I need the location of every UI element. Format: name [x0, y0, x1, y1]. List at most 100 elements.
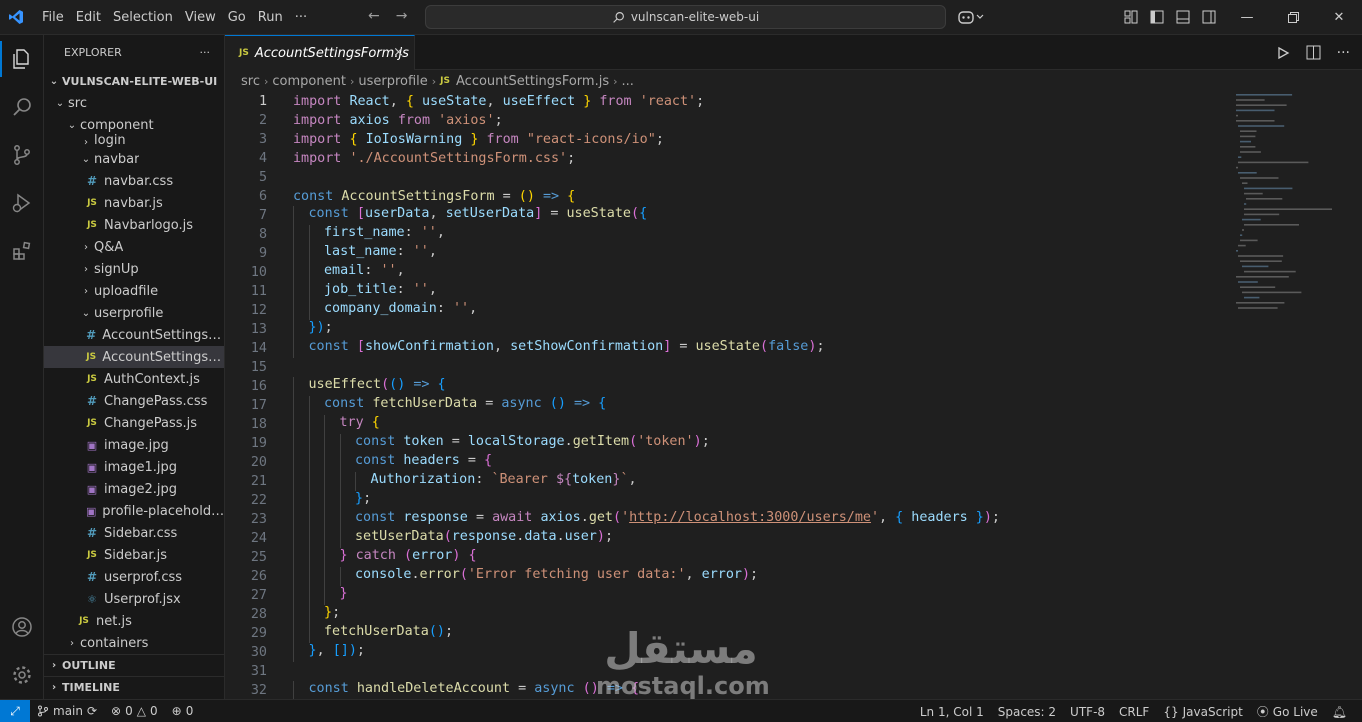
menu-go[interactable]: Go: [222, 6, 252, 29]
tree-item[interactable]: JS AccountSettingsFor...: [44, 346, 224, 368]
tree-item[interactable]: ⌄ navbar: [44, 148, 224, 170]
minimap-line: [1238, 125, 1285, 127]
language-mode[interactable]: {} JavaScript: [1156, 705, 1249, 719]
tree-item[interactable]: JS AuthContext.js: [44, 368, 224, 390]
breadcrumb-component[interactable]: component: [272, 74, 346, 89]
tree-item[interactable]: JS navbar.js: [44, 192, 224, 214]
toggle-panel-icon[interactable]: [1175, 9, 1191, 25]
tree-item[interactable]: ▣ image1.jpg: [44, 456, 224, 478]
minimap-line: [1242, 265, 1269, 268]
outline-section[interactable]: › OUTLINE: [44, 654, 224, 676]
minimize-icon[interactable]: —: [1224, 0, 1270, 35]
tree-item[interactable]: › uploadfile: [44, 280, 224, 302]
copilot-icon[interactable]: [958, 9, 984, 29]
restore-icon[interactable]: [1270, 0, 1316, 35]
breadcrumb-symbol[interactable]: ...: [622, 74, 634, 89]
tree-item[interactable]: JS ChangePass.js: [44, 412, 224, 434]
sync-icon[interactable]: ⟳: [87, 704, 97, 718]
menu-more[interactable]: ···: [289, 6, 313, 29]
breadcrumb-file[interactable]: AccountSettingsForm.js: [456, 74, 609, 89]
search-icon[interactable]: [0, 83, 44, 131]
account-icon[interactable]: [0, 603, 44, 651]
end-of-line[interactable]: CRLF: [1112, 705, 1156, 719]
branch-indicator[interactable]: main ⟳: [30, 704, 104, 718]
tree-item[interactable]: › signUp: [44, 258, 224, 280]
line-number: 20: [250, 455, 267, 470]
tree-item[interactable]: ⚛ Userprof.jsx: [44, 588, 224, 610]
tree-item[interactable]: ▣ profile-placeholder....: [44, 500, 224, 522]
source-control-icon[interactable]: [0, 131, 44, 179]
tree-item[interactable]: JS Sidebar.js: [44, 544, 224, 566]
tab-account-settings-form[interactable]: JS AccountSettingsForm.js ×: [225, 35, 415, 70]
toggle-secondary-sidebar-icon[interactable]: [1201, 9, 1217, 25]
breadcrumb-userprofile[interactable]: userprofile: [358, 74, 427, 89]
tree-item[interactable]: ▣ image2.jpg: [44, 478, 224, 500]
toggle-primary-sidebar-icon[interactable]: [1149, 9, 1165, 25]
encoding[interactable]: UTF-8: [1063, 705, 1112, 719]
code-text: const response = await axios.get('http:/…: [293, 510, 1000, 529]
more-actions-icon[interactable]: ···: [1337, 45, 1350, 61]
timeline-label: TIMELINE: [62, 681, 120, 694]
status-bar-right: Ln 1, Col 1 Spaces: 2 UTF-8 CRLF {} Java…: [913, 700, 1354, 722]
window-controls: — ✕: [1224, 0, 1362, 35]
problems-indicator[interactable]: ⊗ 0 △ 0: [104, 704, 165, 718]
run-file-icon[interactable]: [1276, 46, 1290, 60]
tree-item[interactable]: # userprof.css: [44, 566, 224, 588]
run-debug-icon[interactable]: [0, 179, 44, 227]
vscode-logo-icon[interactable]: [2, 0, 30, 35]
tree-item[interactable]: ⌄ userprofile: [44, 302, 224, 324]
code-editor[interactable]: 1 import React, { useState, useEffect } f…: [225, 92, 1225, 699]
vertical-scrollbar[interactable]: [1352, 92, 1362, 699]
code-line: 22};: [225, 491, 1225, 510]
minimap[interactable]: [1232, 92, 1352, 465]
back-arrow-icon[interactable]: ←: [368, 8, 380, 24]
close-window-icon[interactable]: ✕: [1316, 0, 1362, 35]
tree-item[interactable]: JS net.js: [44, 610, 224, 632]
tree-item[interactable]: # navbar.css: [44, 170, 224, 192]
menu-view[interactable]: View: [179, 6, 222, 29]
explorer-icon[interactable]: [0, 35, 44, 83]
menu-edit[interactable]: Edit: [70, 6, 107, 29]
minimap-line: [1236, 114, 1238, 117]
tree-item[interactable]: › containers: [44, 632, 224, 654]
menu-file[interactable]: File: [36, 6, 70, 29]
code-line: 26 console.error('Error fetching user dat…: [225, 567, 1225, 586]
explorer-more-actions[interactable]: ···: [200, 46, 211, 59]
forward-arrow-icon[interactable]: →: [396, 8, 408, 24]
chevron-right-icon: ›: [431, 74, 437, 88]
tree-item[interactable]: ⌄ src: [44, 92, 224, 114]
notifications-bell-icon[interactable]: 🔔︎: [1325, 705, 1354, 719]
tree-item[interactable]: › login: [44, 132, 224, 148]
code-line: 2 import axios from 'axios';: [225, 111, 1225, 130]
timeline-section[interactable]: › TIMELINE: [44, 676, 224, 698]
extensions-icon[interactable]: [0, 227, 44, 275]
customize-layout-icon[interactable]: [1123, 9, 1139, 25]
remote-indicator-icon[interactable]: ⤢: [0, 699, 30, 722]
menu-run[interactable]: Run: [252, 6, 289, 29]
tree-item[interactable]: › Q&A: [44, 236, 224, 258]
close-tab-icon[interactable]: ×: [393, 45, 404, 60]
watermark-latin: mostaql.com: [596, 672, 770, 700]
tree-item[interactable]: # AccountSettingsFor...: [44, 324, 224, 346]
cursor-position[interactable]: Ln 1, Col 1: [913, 705, 991, 719]
command-center-search[interactable]: vulnscan-elite-web-ui: [425, 5, 946, 29]
css-file-icon: #: [86, 526, 98, 540]
line-number: 8: [258, 227, 267, 242]
ports-indicator[interactable]: ⊕ 0: [165, 704, 201, 718]
menu-selection[interactable]: Selection: [107, 6, 179, 29]
chevron-right-icon: ›: [84, 241, 88, 253]
tree-item[interactable]: # Sidebar.css: [44, 522, 224, 544]
javascript-file-icon: JS: [79, 616, 89, 626]
tree-item-label: uploadfile: [94, 283, 159, 299]
split-editor-icon[interactable]: [1306, 45, 1321, 60]
indentation[interactable]: Spaces: 2: [991, 705, 1063, 719]
tree-item[interactable]: ▣ image.jpg: [44, 434, 224, 456]
tree-item[interactable]: # ChangePass.css: [44, 390, 224, 412]
settings-gear-icon[interactable]: [0, 651, 44, 699]
workspace-root[interactable]: ⌄ VULNSCAN-ELITE-WEB-UI: [44, 70, 224, 92]
tree-item[interactable]: JS Navbarlogo.js: [44, 214, 224, 236]
code-text: import './AccountSettingsForm.css';: [293, 151, 576, 166]
breadcrumb-src[interactable]: src: [241, 74, 260, 89]
tree-item-label: image.jpg: [104, 437, 169, 453]
go-live-button[interactable]: ⦿ Go Live: [1250, 703, 1325, 720]
